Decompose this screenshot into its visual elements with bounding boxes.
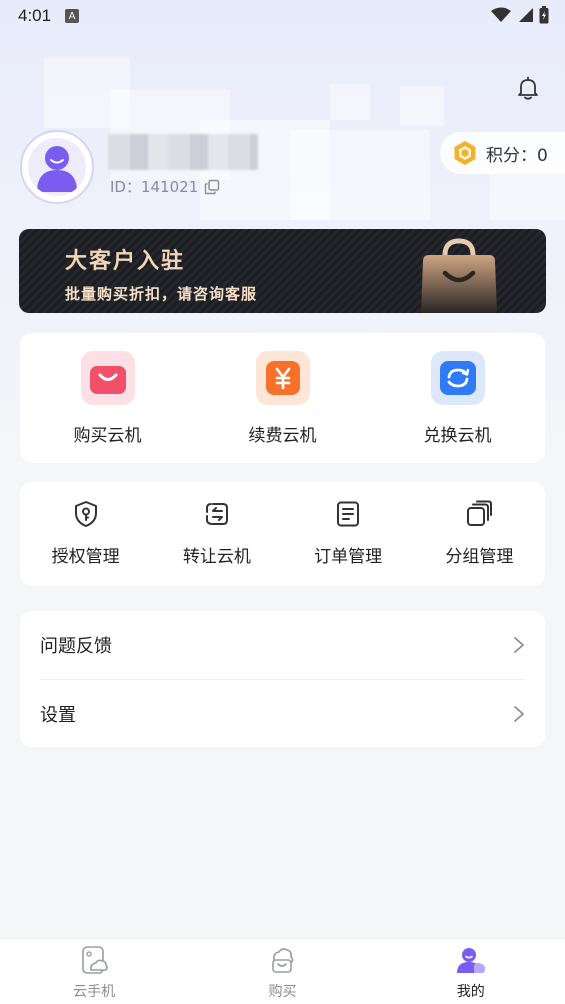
shield-key-icon xyxy=(74,501,97,527)
menu-card: 问题反馈 设置 xyxy=(20,611,545,747)
transfer-cloud-phone-button[interactable]: 转让云机 xyxy=(151,482,282,586)
order-management-button[interactable]: 订单管理 xyxy=(283,482,414,586)
copy-icon[interactable] xyxy=(204,179,220,195)
chevron-right-icon xyxy=(514,705,524,722)
chevron-right-icon xyxy=(514,637,524,653)
group-label: 分组管理 xyxy=(445,547,514,567)
manage-section-card: 授权管理 转让云机 订单管理 分组管理 xyxy=(20,482,545,586)
group-icon xyxy=(467,500,493,526)
buy-icon-wrap xyxy=(80,351,135,405)
enterprise-banner[interactable]: 大客户入驻 批量购买折扣，请咨询客服 xyxy=(19,229,546,313)
redeem-label: 兑换云机 xyxy=(423,426,492,446)
order-icon xyxy=(337,501,360,527)
bell-icon[interactable] xyxy=(514,74,542,102)
buy-label: 购买云机 xyxy=(73,426,142,446)
tab-cloud-phone[interactable]: 云手机 xyxy=(0,939,188,1004)
avatar-image xyxy=(28,138,86,196)
buy-cloud-phone-button[interactable]: 购买云机 xyxy=(20,333,195,463)
tab-mine-label: 我的 xyxy=(456,984,485,1000)
renew-icon-wrap xyxy=(255,351,310,405)
signal-icon xyxy=(519,8,533,22)
transfer-icon xyxy=(205,503,228,525)
redeem-cloud-phone-button[interactable]: 兑换云机 xyxy=(370,333,545,463)
menu-item-settings[interactable]: 设置 xyxy=(40,679,525,747)
tab-cloud-phone-label: 云手机 xyxy=(73,984,116,1000)
renew-label: 续费云机 xyxy=(248,426,317,446)
status-icons xyxy=(491,6,549,24)
yuan-icon xyxy=(265,361,300,395)
user-id: ID：141021 xyxy=(110,178,199,196)
tab-mine[interactable]: 我的 xyxy=(377,939,565,1004)
tab-buy[interactable]: 购买 xyxy=(188,939,376,1004)
points-label: 积分：0 xyxy=(486,145,548,166)
status-time: 4:01 xyxy=(18,6,52,25)
battery-icon xyxy=(539,6,549,24)
user-id-row: ID：141021 xyxy=(110,176,220,197)
shopping-bag-icon xyxy=(89,366,126,394)
shopping-bag-illustration-icon xyxy=(421,238,497,313)
profile-tab-icon xyxy=(456,948,486,973)
banner-title: 大客户入驻 xyxy=(65,249,186,274)
order-label: 订单管理 xyxy=(314,547,383,567)
points-badge[interactable]: 积分：0 xyxy=(440,132,565,174)
transfer-label: 转让云机 xyxy=(182,547,251,567)
username-redacted xyxy=(108,134,258,170)
exchange-icon xyxy=(439,361,476,395)
cloud-phone-icon xyxy=(82,946,108,974)
settings-label: 设置 xyxy=(40,704,76,726)
redeem-icon-wrap xyxy=(430,351,485,405)
authorization-management-button[interactable]: 授权管理 xyxy=(20,482,151,586)
status-bar: 4:01 A xyxy=(0,0,565,32)
feedback-label: 问题反馈 xyxy=(40,636,112,657)
points-coin-icon xyxy=(454,141,476,165)
bottom-tab-bar: 云手机 购买 我的 xyxy=(0,938,565,1004)
buy-section-card: 购买云机 续费云机 兑换云机 xyxy=(20,333,545,463)
tab-buy-label: 购买 xyxy=(268,984,297,1000)
wifi-icon xyxy=(491,7,511,22)
group-management-button[interactable]: 分组管理 xyxy=(414,482,545,586)
notification-a-icon: A xyxy=(65,9,80,23)
menu-item-feedback[interactable]: 问题反馈 xyxy=(40,611,525,679)
avatar[interactable] xyxy=(20,130,94,204)
user-avatar-icon xyxy=(37,146,77,192)
renew-cloud-phone-button[interactable]: 续费云机 xyxy=(195,333,370,463)
banner-subtitle: 批量购买折扣，请咨询客服 xyxy=(65,285,258,303)
buy-tab-icon xyxy=(272,948,294,973)
authorization-label: 授权管理 xyxy=(51,547,120,567)
